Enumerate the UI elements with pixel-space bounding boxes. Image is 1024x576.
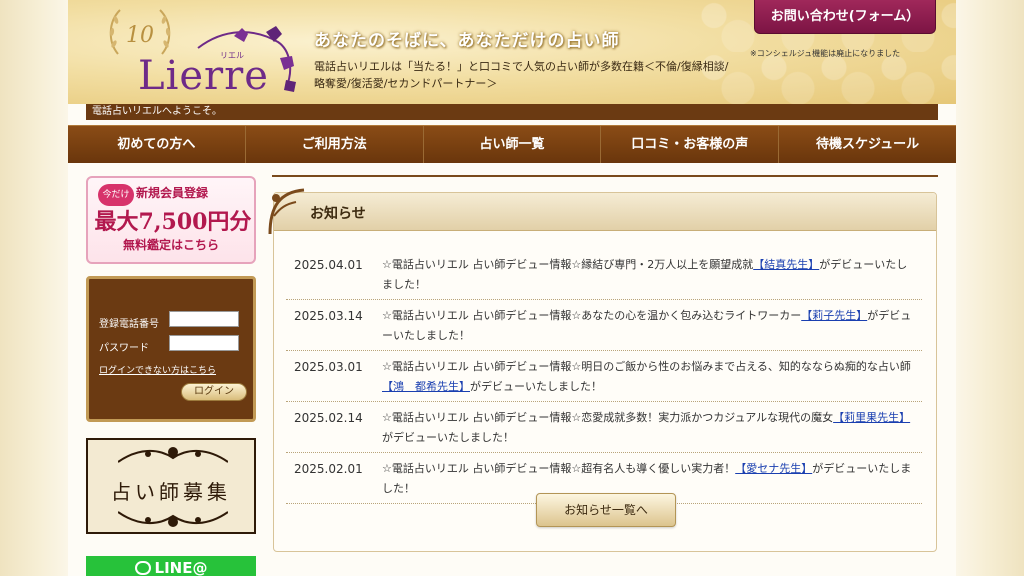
nav-item-fortune-tellers[interactable]: 占い師一覧 xyxy=(424,126,602,163)
news-item: 2025.04.01 ☆電話占いリエル 占い師デビュー情報☆縁結び専門・2万人以… xyxy=(286,249,922,300)
news-text-body: ☆電話占いリエル 占い師デビュー情報☆あなたの心を温かく包み込むライトワーカー xyxy=(382,309,802,322)
login-button[interactable]: ログイン xyxy=(181,383,247,401)
welcome-bar: 電話占いリエルへようこそ。 xyxy=(86,104,938,120)
register-banner-line2: 最大7,500円分 xyxy=(94,209,252,235)
floral-ornament-icon xyxy=(118,447,228,463)
site-tagline: あなたのそばに、あなただけの占い師 xyxy=(314,31,620,51)
nav-item-first-time[interactable]: 初めての方へ xyxy=(68,126,246,163)
register-banner-line1: 新規会員登録 xyxy=(136,186,209,200)
login-help-link[interactable]: ログインできない方はこちら xyxy=(99,363,216,376)
phone-label: 登録電話番号 xyxy=(99,319,159,330)
password-input[interactable] xyxy=(169,335,239,351)
news-date: 2025.03.01 xyxy=(294,360,363,374)
news-text-body: ☆電話占いリエル 占い師デビュー情報☆縁結び専門・2万人以上を願望成就 xyxy=(382,258,754,271)
login-box: 登録電話番号 パスワード ログインできない方はこちら ログイン xyxy=(86,276,256,422)
page: 10 リエル Lierre あなたのそばに、あなただけの占い師 電話占いリエルは… xyxy=(68,0,956,576)
site-logo[interactable]: 10 リエル Lierre xyxy=(102,4,302,102)
news-text: ☆電話占いリエル 占い師デビュー情報☆恋愛成就多数！実力派かつカジュアルな現代の… xyxy=(382,408,922,448)
news-text-tail: がデビューいたしました！ xyxy=(470,380,602,393)
news-list-button[interactable]: お知らせ一覧へ xyxy=(536,493,676,527)
nav-item-how-to-use[interactable]: ご利用方法 xyxy=(246,126,424,163)
recruit-text: 占い師募集 xyxy=(111,480,231,504)
site-header: 10 リエル Lierre あなたのそばに、あなただけの占い師 電話占いリエルは… xyxy=(68,0,956,104)
fortune-teller-link[interactable]: 【愛セナ先生】 xyxy=(735,462,812,475)
news-text-body: ☆電話占いリエル 占い師デビュー情報☆超有名人も導く優しい実力者！ xyxy=(382,462,736,475)
nav-item-reviews[interactable]: 口コミ・お客様の声 xyxy=(601,126,780,163)
fortune-teller-link[interactable]: 【莉子先生】 xyxy=(801,309,867,322)
news-text-body: ☆電話占いリエル 占い師デビュー情報☆明日のご飯から性のお悩みまで占える、知的な… xyxy=(382,360,911,373)
line-chat-icon xyxy=(134,561,151,575)
main-nav: 初めての方へ ご利用方法 占い師一覧 口コミ・お客様の声 待機スケジュール xyxy=(68,125,956,163)
main-divider xyxy=(272,175,938,177)
floral-ornament-icon xyxy=(118,511,228,527)
news-date: 2025.04.01 xyxy=(294,258,363,272)
news-date: 2025.02.14 xyxy=(294,411,363,425)
line-label: LINE@ xyxy=(154,559,208,576)
line-banner[interactable]: LINE@ xyxy=(86,556,256,576)
news-text: ☆電話占いリエル 占い師デビュー情報☆あなたの心を温かく包み込むライトワーカー【… xyxy=(382,306,922,346)
register-banner[interactable]: 今だけ 新規会員登録 最大7,500円分 無料鑑定はこちら xyxy=(86,176,256,264)
fortune-teller-link[interactable]: 【鴻 都希先生】 xyxy=(382,380,470,393)
news-item: 2025.02.14 ☆電話占いリエル 占い師デビュー情報☆恋愛成就多数！実力派… xyxy=(286,402,922,453)
nav-item-schedule[interactable]: 待機スケジュール xyxy=(779,126,956,163)
news-panel: お知らせ 2025.04.01 ☆電話占いリエル 占い師デビュー情報☆縁結び専門… xyxy=(273,192,937,552)
limited-time-tag: 今だけ xyxy=(98,184,134,206)
anniversary-laurel-icon: 10 xyxy=(109,9,171,55)
recruit-banner[interactable]: 占い師募集 xyxy=(86,438,256,534)
site-intro: 電話占いリエルは「当たる！」と口コミで人気の占い師が多数在籍＜不倫/復縁相談/略… xyxy=(314,60,729,90)
news-date: 2025.02.01 xyxy=(294,462,363,476)
news-header: お知らせ xyxy=(274,193,936,231)
anniversary-number: 10 xyxy=(126,23,154,48)
concierge-note: ※コンシェルジュ機能は廃止になりました xyxy=(750,49,901,58)
fortune-teller-link[interactable]: 【莉里果先生】 xyxy=(833,411,910,424)
news-text: ☆電話占いリエル 占い師デビュー情報☆縁結び専門・2万人以上を願望成就【結真先生… xyxy=(382,255,922,295)
news-text-body: ☆電話占いリエル 占い師デビュー情報☆恋愛成就多数！実力派かつカジュアルな現代の… xyxy=(382,411,834,424)
news-title: お知らせ xyxy=(310,206,366,222)
news-text: ☆電話占いリエル 占い師デビュー情報☆明日のご飯から性のお悩みまで占える、知的な… xyxy=(382,357,922,397)
news-text-tail: がデビューいたしました！ xyxy=(382,431,514,444)
news-date: 2025.03.14 xyxy=(294,309,363,323)
password-label: パスワード xyxy=(99,343,149,354)
brand-name: Lierre xyxy=(138,53,269,99)
news-item: 2025.03.14 ☆電話占いリエル 占い師デビュー情報☆あなたの心を温かく包… xyxy=(286,300,922,351)
news-list: 2025.04.01 ☆電話占いリエル 占い師デビュー情報☆縁結び専門・2万人以… xyxy=(286,249,922,504)
corner-ornament-icon xyxy=(268,188,305,235)
contact-form-button[interactable]: お問い合わせ(フォーム） xyxy=(754,0,936,34)
register-banner-line3: 無料鑑定はこちら xyxy=(122,238,219,252)
phone-input[interactable] xyxy=(169,311,239,327)
fortune-teller-link[interactable]: 【結真先生】 xyxy=(753,258,819,271)
news-item: 2025.03.01 ☆電話占いリエル 占い師デビュー情報☆明日のご飯から性のお… xyxy=(286,351,922,402)
